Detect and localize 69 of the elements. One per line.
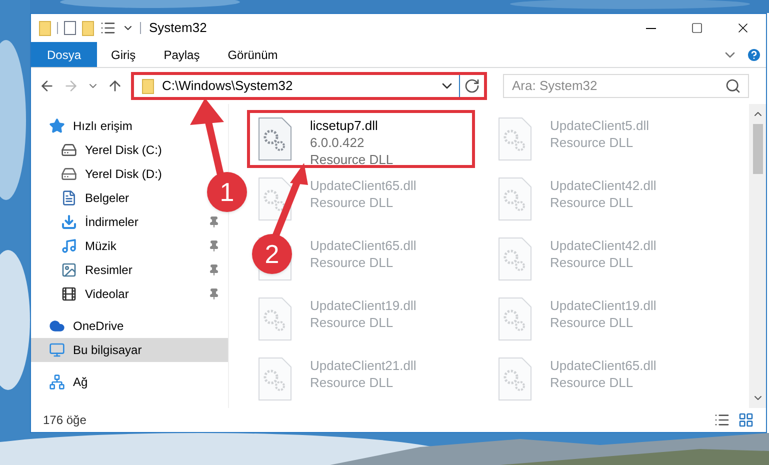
- file-type: Resource DLL: [550, 254, 634, 271]
- sidebar-item[interactable]: Hızlı erişim: [31, 114, 140, 138]
- gear-file-icon: [258, 117, 292, 161]
- cloud-icon: [49, 318, 65, 334]
- search-field[interactable]: Ara: System32: [503, 74, 749, 98]
- gear-file-icon: [498, 177, 532, 221]
- monitor-icon: [49, 342, 65, 358]
- file-name[interactable]: licsetup7.dll: [310, 117, 394, 134]
- sidebar-item[interactable]: OneDrive: [31, 314, 132, 338]
- tiles-view-icon[interactable]: [738, 412, 754, 428]
- file-type: Resource DLL: [310, 254, 394, 271]
- properties-icon[interactable]: [100, 20, 116, 36]
- file-type: Resource DLL: [550, 374, 634, 391]
- film-icon: [61, 286, 77, 302]
- pin-icon[interactable]: [208, 240, 220, 252]
- search-icon[interactable]: [725, 78, 741, 94]
- back-icon[interactable]: [39, 78, 55, 94]
- sidebar-item[interactable]: Bu bilgisayar: [31, 338, 228, 362]
- sidebar-item[interactable]: Ağ: [31, 370, 96, 394]
- file-item[interactable]: licsetup7.dll 6.0.0.422 Resource DLL: [247, 110, 475, 168]
- ribbon-tab[interactable]: Giriş: [97, 42, 150, 67]
- up-icon[interactable]: [107, 78, 123, 94]
- file-type: Resource DLL: [550, 194, 634, 211]
- folder-icon: [142, 78, 154, 94]
- file-type: Resource DLL: [310, 151, 394, 168]
- help-icon[interactable]: [746, 46, 762, 62]
- address-path: C:\Windows\System32: [162, 77, 293, 96]
- star-icon: [49, 118, 65, 134]
- network-icon: [49, 374, 65, 390]
- item-count: 176 öğe: [43, 412, 86, 429]
- ribbon-tab[interactable]: Paylaş: [150, 42, 214, 67]
- sidebar-item[interactable]: Yerel Disk (D:): [31, 162, 170, 186]
- picture-icon: [61, 262, 77, 278]
- gear-file-icon: [258, 297, 292, 341]
- document-icon: [61, 190, 77, 206]
- sidebar-item[interactable]: İndirmeler: [31, 210, 146, 234]
- download-icon: [61, 214, 77, 230]
- file-type: Resource DLL: [550, 314, 634, 331]
- sidebar-item[interactable]: Resimler: [31, 258, 140, 282]
- gear-file-icon: [258, 357, 292, 401]
- file-tab[interactable]: Dosya: [31, 42, 98, 67]
- file-type: Resource DLL: [550, 134, 634, 151]
- ribbon-tab[interactable]: Görünüm: [214, 42, 292, 67]
- sidebar-item[interactable]: Videolar: [31, 282, 137, 306]
- details-view-icon[interactable]: [714, 412, 730, 428]
- sidebar-item[interactable]: Yerel Disk (C:): [31, 138, 170, 162]
- pin-icon[interactable]: [208, 288, 220, 300]
- address-bar[interactable]: C:\Windows\System32: [131, 72, 487, 100]
- drive-icon: [61, 166, 77, 182]
- gear-file-icon: [498, 357, 532, 401]
- drive-icon: [61, 142, 77, 158]
- music-note-icon: [61, 238, 77, 254]
- gear-file-icon: [498, 117, 532, 161]
- scrollbar[interactable]: [749, 104, 766, 408]
- sidebar-item[interactable]: Belgeler: [31, 186, 138, 210]
- file-type: Resource DLL: [310, 314, 394, 331]
- file-type: Resource DLL: [310, 374, 394, 391]
- file-version: 6.0.0.422: [310, 134, 366, 151]
- gear-file-icon: [498, 297, 532, 341]
- sidebar-item[interactable]: Müzik: [31, 234, 124, 258]
- maximize-icon: [691, 22, 703, 34]
- scroll-thumb[interactable]: [752, 124, 762, 174]
- gear-file-icon: [498, 237, 532, 281]
- file-type: Resource DLL: [310, 194, 394, 211]
- pin-icon[interactable]: [208, 264, 220, 276]
- window-title: System32: [149, 19, 207, 38]
- pin-icon[interactable]: [208, 216, 220, 228]
- refresh-icon[interactable]: [464, 78, 480, 94]
- gear-file-icon: [258, 177, 292, 221]
